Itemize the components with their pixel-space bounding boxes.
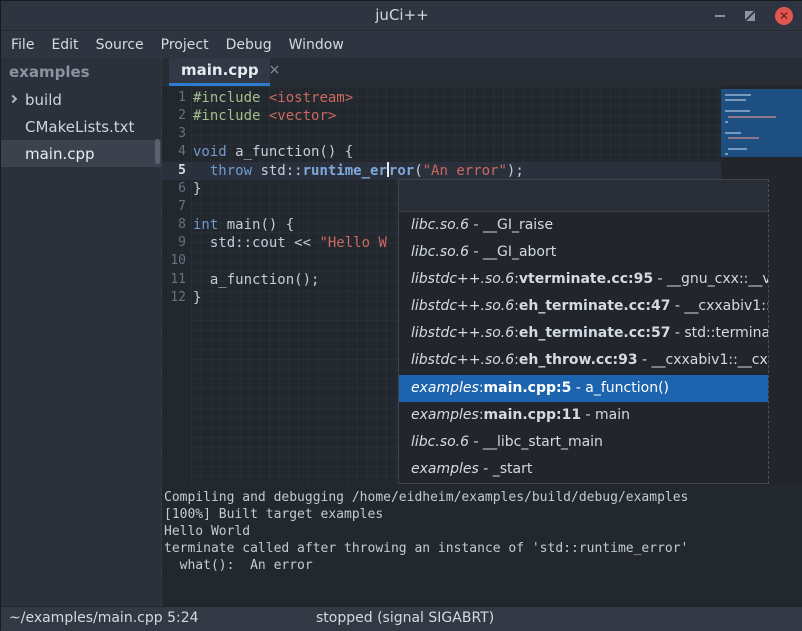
line-number: 7 (162, 198, 191, 216)
terminal-line: Hello World (164, 523, 802, 540)
minimize-icon[interactable] (715, 15, 725, 17)
line-number: 11 (162, 271, 191, 289)
menu-item-edit[interactable]: Edit (51, 37, 78, 53)
minimap-code-line (725, 99, 746, 101)
code-line-2[interactable]: 2#include <vector> (162, 107, 721, 125)
status-file-position: ~/examples/main.cpp 5:24 (9, 610, 199, 626)
terminal-line: what(): An error (164, 557, 802, 574)
terminal-line: terminate called after throwing an insta… (164, 540, 802, 557)
tabbar: main.cpp × (162, 58, 802, 86)
backtrace-item-10[interactable]: examples - _start (399, 456, 768, 483)
menu-item-window[interactable]: Window (289, 37, 344, 53)
sidebar-scrollbar[interactable] (155, 139, 160, 164)
file-tree: buildCMakeLists.txtmain.cpp (1, 86, 161, 167)
backtrace-item-2[interactable]: libc.so.6 - __GI_abort (399, 239, 768, 266)
backtrace-item-9[interactable]: libc.so.6 - __libc_start_main (399, 429, 768, 456)
restore-icon[interactable] (745, 11, 755, 21)
backtrace-item-8[interactable]: examples:main.cpp:11 - main (399, 402, 768, 429)
line-number: 12 (162, 289, 191, 307)
app-window: juCi++ ✕ File Edit Source Project Debug Windo… (0, 0, 802, 630)
line-number: 3 (162, 125, 191, 143)
tab-main-cpp[interactable]: main.cpp × (169, 58, 270, 86)
titlebar[interactable]: juCi++ ✕ (1, 1, 802, 31)
minimap-code-line (725, 153, 728, 155)
menu-item-file[interactable]: File (11, 37, 34, 53)
menubar: File Edit Source Project Debug Window (1, 31, 802, 58)
minimap-code-line (725, 94, 751, 96)
minimap-code-line (725, 132, 741, 134)
code-line-3[interactable]: 3 (162, 125, 721, 143)
statusbar: ~/examples/main.cpp 5:24 stopped (signal… (1, 606, 802, 631)
chevron-right-icon[interactable] (9, 95, 17, 103)
backtrace-popup: libc.so.6 - __GI_raiselibc.so.6 - __GI_a… (398, 179, 769, 484)
line-number: 1 (162, 89, 191, 107)
backtrace-item-4[interactable]: libstdc++.so.6:eh_terminate.cc:47 - __cx… (399, 293, 768, 320)
popup-search-box[interactable] (399, 180, 768, 212)
code-line-5[interactable]: 5 throw std::runtime_error("An error"); (162, 162, 721, 180)
tab-close-icon[interactable]: × (269, 63, 281, 77)
window-title: juCi++ (1, 6, 802, 24)
minimap-code-line (728, 116, 776, 118)
tab-label: main.cpp (181, 61, 259, 79)
terminal-line: Compiling and debugging /home/eidheim/ex… (164, 489, 802, 506)
line-number: 6 (162, 180, 191, 198)
backtrace-item-3[interactable]: libstdc++.so.6:vterminate.cc:95 - __gnu_… (399, 266, 768, 293)
file-tree-sidebar: examples buildCMakeLists.txtmain.cpp (1, 58, 162, 606)
code-line-4[interactable]: 4void a_function() { (162, 143, 721, 161)
backtrace-list: libc.so.6 - __GI_raiselibc.so.6 - __GI_a… (399, 212, 768, 483)
minimap-code-line (725, 121, 728, 123)
line-number: 4 (162, 143, 191, 161)
line-number: 5 (162, 162, 191, 180)
sidebar-item-main-cpp[interactable]: main.cpp (1, 140, 161, 167)
terminal-line: [100%] Built target examples (164, 506, 802, 523)
code-line-1[interactable]: 1#include <iostream> (162, 89, 721, 107)
backtrace-item-7[interactable]: examples:main.cpp:5 - a_function() (399, 375, 768, 402)
minimap-code-line (728, 148, 747, 150)
menu-item-debug[interactable]: Debug (226, 37, 272, 53)
line-number: 2 (162, 107, 191, 125)
minimap-slider[interactable] (721, 89, 802, 157)
backtrace-item-6[interactable]: libstdc++.so.6:eh_throw.cc:93 - __cxxabi… (399, 347, 768, 374)
project-name: examples (1, 58, 161, 86)
backtrace-item-1[interactable]: libc.so.6 - __GI_raise (399, 212, 768, 239)
line-number: 9 (162, 234, 191, 252)
line-number: 10 (162, 252, 191, 270)
line-number: 8 (162, 216, 191, 234)
sidebar-item-build[interactable]: build (1, 86, 161, 113)
window-controls: ✕ (715, 1, 793, 31)
sidebar-item-cmakelists-txt[interactable]: CMakeLists.txt (1, 113, 161, 140)
menu-item-source[interactable]: Source (96, 37, 144, 53)
terminal-output[interactable]: Compiling and debugging /home/eidheim/ex… (162, 484, 802, 606)
minimap-code-line (728, 137, 759, 139)
backtrace-item-5[interactable]: libstdc++.so.6:eh_terminate.cc:57 - std:… (399, 320, 768, 347)
close-icon[interactable]: ✕ (775, 7, 793, 25)
status-debug-state: stopped (signal SIGABRT) (316, 610, 494, 626)
menu-item-project[interactable]: Project (161, 37, 209, 53)
minimap-code-line (725, 110, 750, 112)
